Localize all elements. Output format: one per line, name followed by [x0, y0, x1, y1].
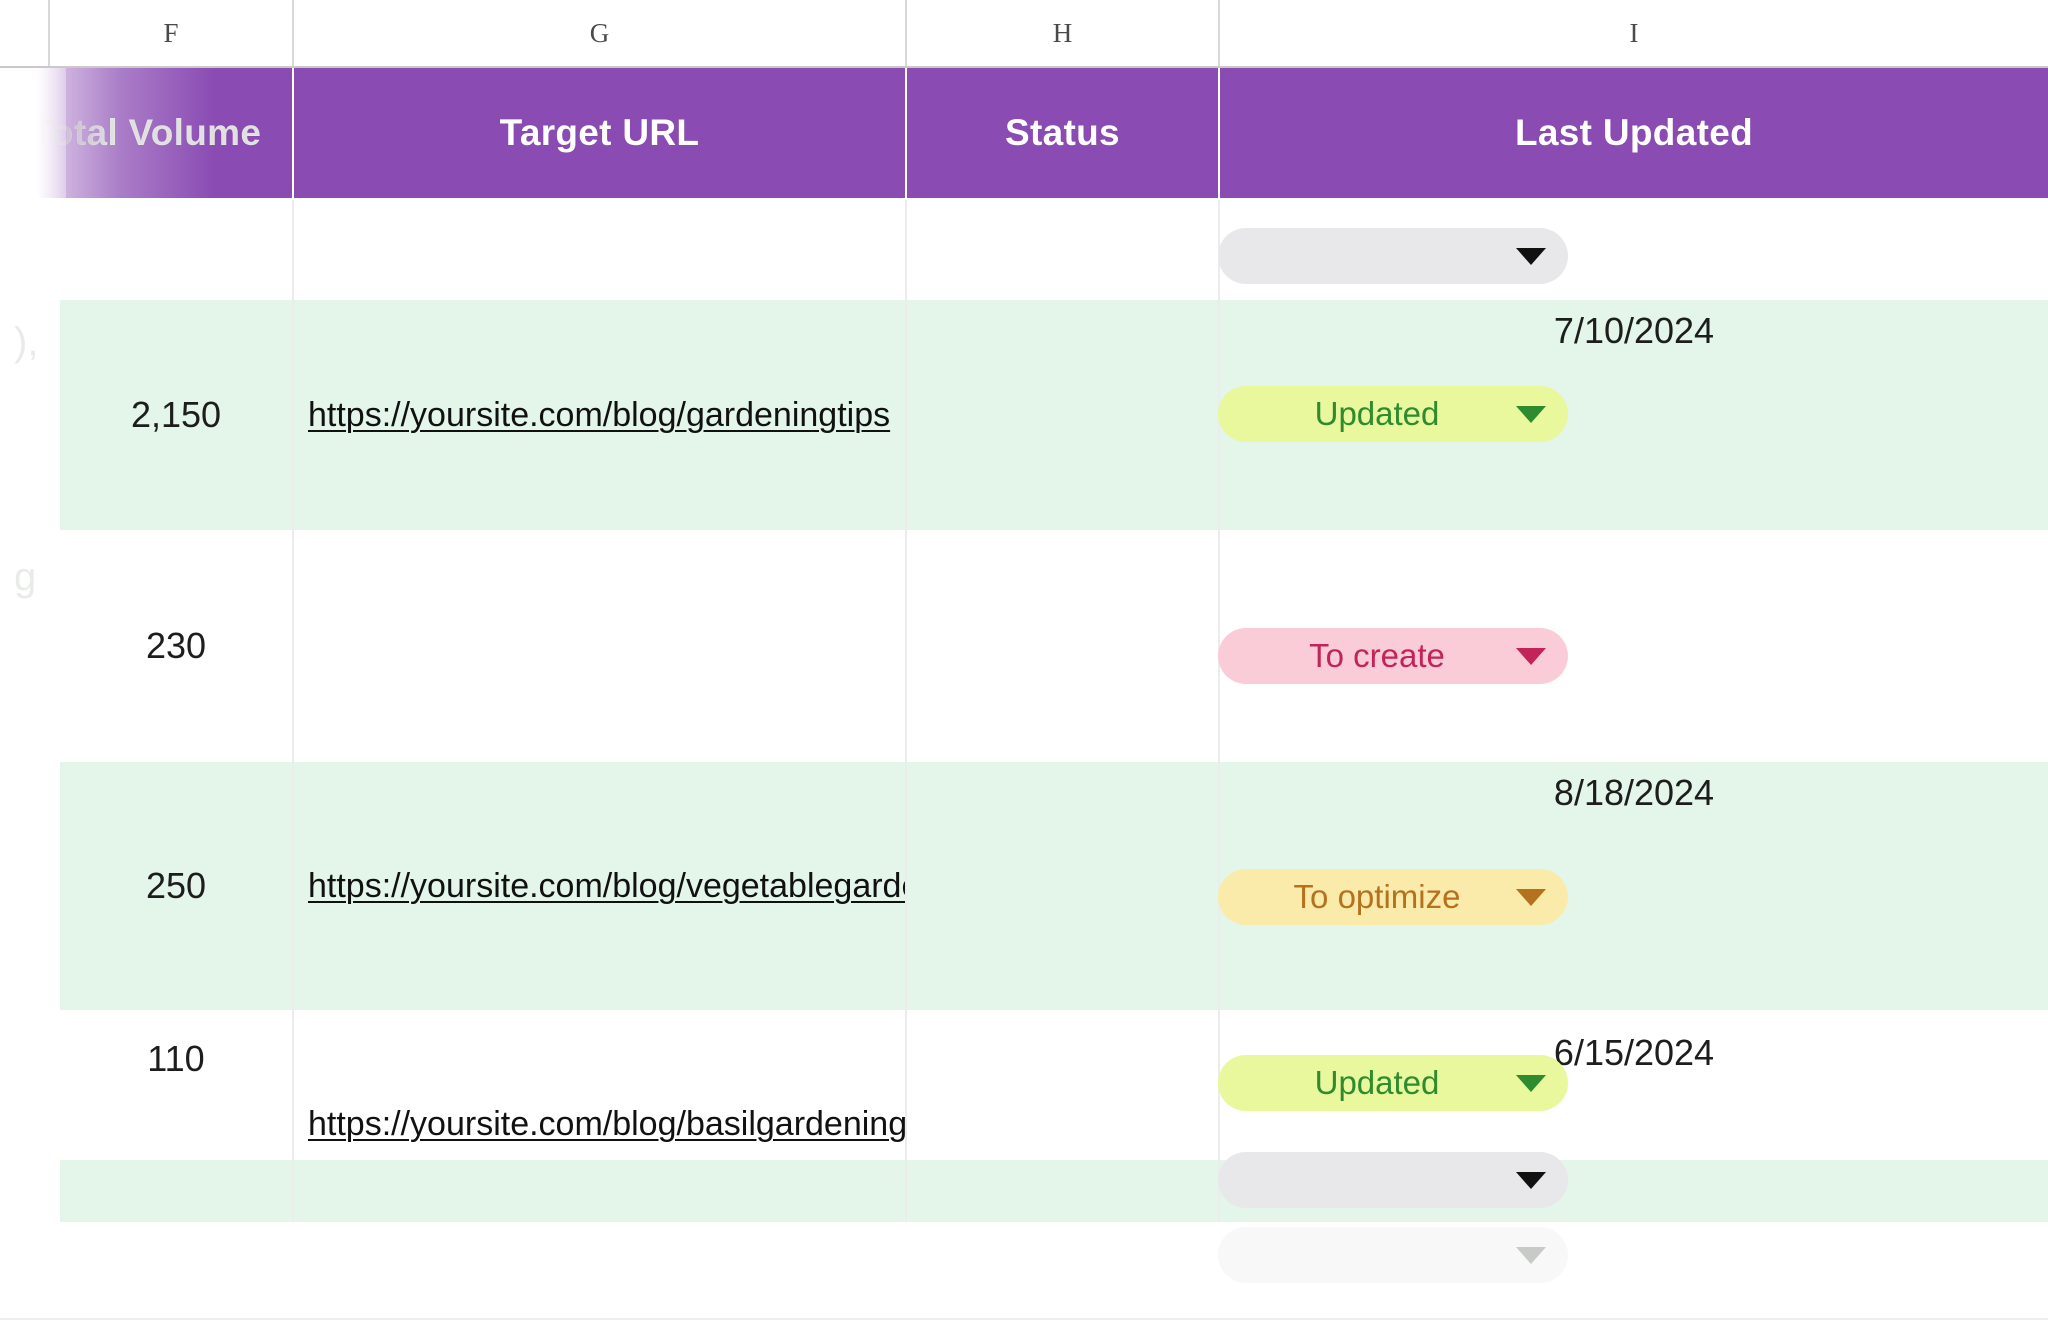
chevron-down-icon[interactable]	[1516, 647, 1546, 665]
status-dropdown-3[interactable]: To create	[1218, 628, 1568, 684]
target-url-link-5[interactable]: https://yoursite.com/blog/basilgardening	[308, 1105, 905, 1144]
table-row-4-total-volume[interactable]: 250	[60, 762, 294, 1010]
header-label-target-url: Target URL	[499, 112, 700, 153]
table-row-4-target-url[interactable]: https://yoursite.com/blog/vegetablegarde…	[294, 762, 907, 1010]
status-label-2: Updated	[1314, 395, 1440, 432]
status-label-5: Updated	[1314, 1064, 1440, 1101]
status-label-4: To optimize	[1293, 878, 1461, 915]
column-header-f[interactable]: F	[48, 0, 294, 66]
chevron-down-icon[interactable]	[1516, 1074, 1546, 1092]
table-row-2-total-volume[interactable]: 2,150	[60, 300, 294, 530]
header-cell-target-url: Target URL	[294, 68, 907, 198]
status-label-3: To create	[1309, 637, 1445, 674]
column-header-g[interactable]: G	[294, 0, 907, 66]
ghost-text-bottom: g	[14, 555, 37, 599]
column-letter-i: I	[1629, 17, 1639, 48]
column-header-h[interactable]: H	[907, 0, 1220, 66]
table-row-2-status[interactable]	[907, 300, 1220, 530]
chevron-down-icon[interactable]	[1516, 1246, 1546, 1264]
header-label-last-updated: Last Updated	[1515, 112, 1753, 153]
last-updated-value-5: 6/15/2024	[1553, 1032, 1715, 1073]
chevron-down-icon[interactable]	[1516, 247, 1546, 265]
header-cell-status: Status	[907, 68, 1220, 198]
table-row-3-target-url[interactable]	[294, 530, 907, 762]
target-url-link-4[interactable]: https://yoursite.com/blog/vegetablegarde…	[308, 867, 905, 906]
column-letter-h: H	[1052, 17, 1073, 48]
table-row-3-status[interactable]	[907, 530, 1220, 762]
status-dropdown-7[interactable]	[1218, 1227, 1568, 1283]
column-letter-f: F	[163, 17, 179, 48]
column-letter-g: G	[589, 17, 610, 48]
status-dropdown-5[interactable]: Updated	[1218, 1055, 1568, 1111]
column-letter-strip: F G H I	[0, 0, 2048, 68]
table-row-6-status[interactable]	[907, 1160, 1220, 1222]
total-volume-value-3: 230	[145, 625, 207, 666]
cell-g-blank-top[interactable]	[294, 200, 907, 300]
chevron-down-icon[interactable]	[1516, 405, 1546, 423]
total-volume-value-2: 2,150	[130, 394, 222, 435]
chevron-down-icon[interactable]	[1516, 1171, 1546, 1189]
last-updated-value-4: 8/18/2024	[1553, 772, 1715, 813]
status-dropdown-4[interactable]: To optimize	[1218, 869, 1568, 925]
total-volume-value-4: 250	[145, 865, 207, 906]
table-row-5-status[interactable]	[907, 1010, 1220, 1160]
table-row-6-total-volume[interactable]	[60, 1160, 294, 1222]
table-row-4-status[interactable]	[907, 762, 1220, 1010]
cell-h-blank-top[interactable]	[907, 200, 1220, 300]
status-dropdown-blank-top[interactable]	[1218, 228, 1568, 284]
cell-f-blank-top[interactable]	[60, 200, 294, 300]
last-updated-value-2: 7/10/2024	[1553, 310, 1715, 351]
table-row-5-target-url[interactable]: https://yoursite.com/blog/basilgardening	[294, 1010, 907, 1160]
table-row-2-target-url[interactable]: https://yoursite.com/blog/gardeningtips	[294, 300, 907, 530]
spreadsheet-grid: F G H I Total Volume Target URL Status L…	[0, 0, 2048, 1340]
table-row-6-target-url[interactable]	[294, 1160, 907, 1222]
table-row-5-total-volume[interactable]: 110	[60, 1010, 294, 1160]
header-cell-last-updated: Last Updated	[1220, 68, 2048, 198]
table-row-3-total-volume[interactable]: 230	[60, 530, 294, 762]
chevron-down-icon[interactable]	[1516, 888, 1546, 906]
header-left-fade	[0, 68, 66, 198]
header-label-status: Status	[1005, 112, 1120, 153]
bottom-row-divider	[0, 1318, 2048, 1320]
status-dropdown-2[interactable]: Updated	[1218, 386, 1568, 442]
status-dropdown-6[interactable]	[1218, 1152, 1568, 1208]
ghost-text-top: ),	[14, 320, 39, 364]
target-url-link-2[interactable]: https://yoursite.com/blog/gardeningtips	[308, 396, 890, 435]
column-header-i[interactable]: I	[1220, 0, 2048, 66]
total-volume-value-5: 110	[147, 1038, 205, 1079]
